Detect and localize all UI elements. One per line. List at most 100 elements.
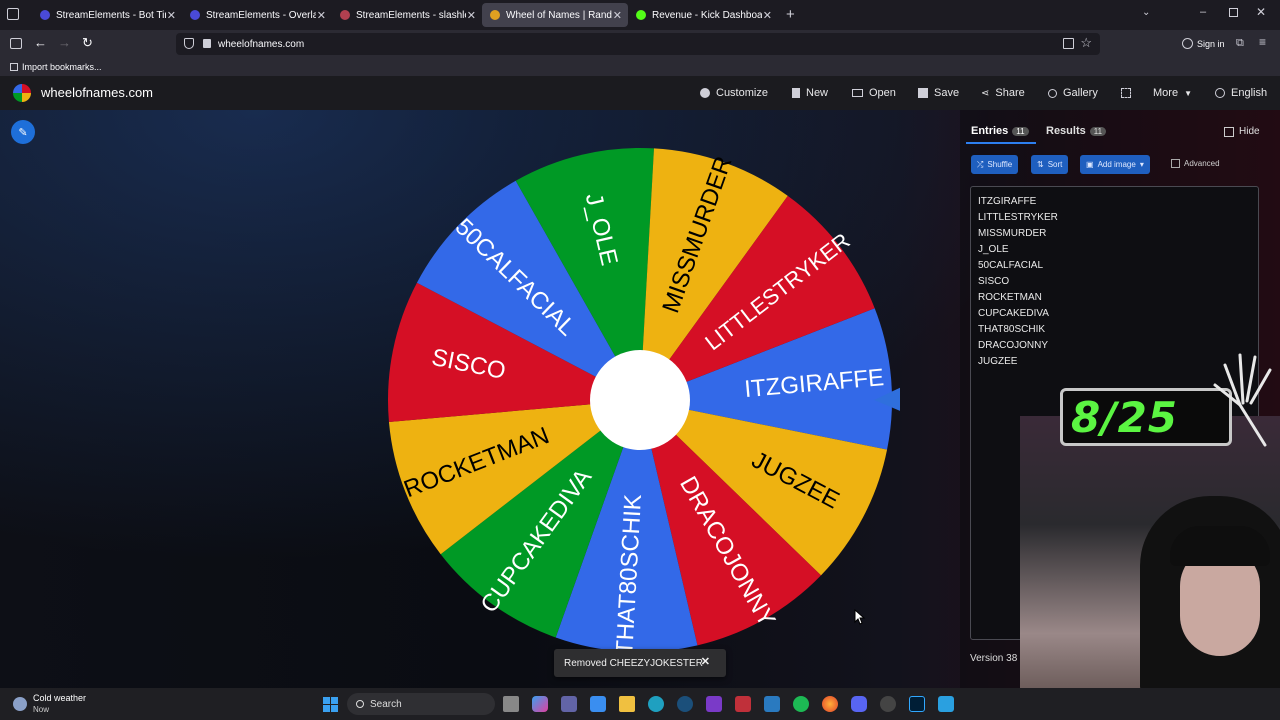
entry-line: MISSMURDER (978, 228, 1047, 239)
teams-icon[interactable] (561, 696, 577, 712)
obs-icon[interactable] (880, 696, 896, 712)
app-menu-icon[interactable]: ≡ (1259, 35, 1266, 49)
shuffle-icon: ⤮ (977, 159, 984, 169)
entry-line: J_OLE (978, 244, 1009, 255)
new-tab-button[interactable]: + (786, 6, 795, 23)
browser-tab[interactable]: StreamElements - Overlays✕ (182, 3, 332, 27)
checkbox-icon (1224, 126, 1234, 137)
tab-close-icon[interactable]: ✕ (167, 9, 176, 22)
logo-icon[interactable] (13, 84, 31, 102)
shield-icon (184, 38, 194, 49)
photoshop-icon[interactable] (909, 696, 925, 712)
browser-tab[interactable]: Revenue - Kick Dashboard ✕ (628, 3, 778, 27)
edit-pencil-button[interactable]: ✎ (11, 120, 35, 144)
webcam-overlay (1020, 416, 1280, 688)
language-button[interactable]: English (1215, 76, 1267, 110)
extensions-icon[interactable]: ⧉ (1236, 37, 1244, 50)
tab-favicon-icon (340, 10, 350, 20)
site-logo-text[interactable]: wheelofnames.com (41, 85, 153, 100)
more-button[interactable]: More ▼ (1153, 76, 1192, 110)
results-count-badge: 11 (1089, 126, 1107, 136)
account-icon[interactable] (1182, 38, 1193, 49)
tab-close-icon[interactable]: ✕ (613, 9, 622, 22)
store-icon[interactable] (590, 696, 606, 712)
app-icon-blue[interactable] (764, 696, 780, 712)
tab-label: StreamElements - Bot Timers (56, 9, 166, 21)
url-bar[interactable]: wheelofnames.com ☆ (176, 33, 1100, 55)
open-button[interactable]: Open (852, 76, 896, 110)
windows-start-icon[interactable] (323, 697, 338, 712)
forward-icon[interactable]: → (58, 35, 71, 50)
reader-view-icon[interactable] (1063, 38, 1074, 49)
spotify-icon[interactable] (793, 696, 809, 712)
entries-tab-underline (966, 142, 1036, 144)
hide-checkbox[interactable]: Hide (1224, 126, 1260, 137)
browser-tab[interactable]: StreamElements - Bot Timers✕ (32, 3, 182, 27)
site-header: wheelofnames.com Customize New Open Save… (0, 76, 1280, 110)
wheel[interactable]: ITZGIRAFFEJUGZEEDRACOJONNYTHAT80SCHIKCUP… (380, 140, 900, 660)
entry-line: 50CALFACIAL (978, 260, 1044, 271)
firefox-icon[interactable] (822, 696, 838, 712)
gallery-button[interactable]: Gallery (1048, 76, 1098, 110)
tab-entries[interactable]: Entries 11 (971, 125, 1029, 137)
tab-label: Revenue - Kick Dashboard (652, 9, 762, 21)
sign-in-link[interactable]: Sign in (1197, 39, 1225, 49)
entry-line: LITTLESTRYKER (978, 212, 1058, 223)
browser-tab[interactable]: StreamElements - slashley ✕ (332, 3, 482, 27)
skeleton-hand-decoration (1195, 345, 1275, 455)
close-window-icon[interactable]: ✕ (1256, 5, 1266, 19)
copilot-icon[interactable] (532, 696, 548, 712)
tab-close-icon[interactable]: ✕ (467, 9, 476, 22)
task-view-icon[interactable] (503, 696, 519, 712)
folder-icon (852, 89, 863, 97)
sidebar-icon[interactable] (10, 38, 22, 49)
entries-count-badge: 11 (1012, 126, 1029, 136)
app-icon-cyan[interactable] (938, 696, 954, 712)
wheel-center[interactable] (590, 350, 690, 450)
weather-icon[interactable] (13, 697, 27, 711)
bookmark-star-icon[interactable]: ☆ (1080, 35, 1092, 51)
add-image-button[interactable]: ▣ Add image ▾ (1080, 155, 1150, 174)
list-all-tabs-icon[interactable]: ⌄ (1142, 7, 1150, 18)
file-explorer-icon[interactable] (619, 696, 635, 712)
tab-close-icon[interactable]: ✕ (317, 9, 326, 22)
caret-down-icon: ▼ (1184, 88, 1192, 98)
fullscreen-button[interactable] (1121, 76, 1131, 110)
tab-results[interactable]: Results 11 (1046, 125, 1107, 137)
weather-title[interactable]: Cold weather (33, 693, 86, 703)
save-button[interactable]: Save (918, 76, 959, 110)
entry-line: ITZGIRAFFE (978, 196, 1037, 207)
app-icon-red[interactable] (735, 696, 751, 712)
url-text: wheelofnames.com (218, 38, 305, 50)
discord-icon[interactable] (851, 696, 867, 712)
restore-icon[interactable] (1229, 8, 1238, 17)
reload-icon[interactable]: ↻ (82, 35, 93, 51)
import-bookmarks-link[interactable]: Import bookmarks... (22, 62, 102, 72)
streamer-bangs (1170, 526, 1270, 566)
tab-close-icon[interactable]: ✕ (763, 9, 772, 22)
tab-label: StreamElements - slashley (356, 9, 466, 21)
share-button[interactable]: ⋖ Share (981, 76, 1025, 110)
shuffle-button[interactable]: ⤮ Shuffle (971, 155, 1019, 174)
edge-icon[interactable] (648, 696, 664, 712)
advanced-checkbox[interactable]: Advanced (1171, 159, 1220, 168)
image-icon: ▣ (1086, 160, 1094, 169)
taskbar-search[interactable]: Search (347, 693, 495, 715)
customize-button[interactable]: Customize (700, 76, 768, 110)
save-icon (918, 88, 928, 98)
minimize-icon[interactable]: – (1200, 6, 1206, 18)
fullscreen-icon (1121, 88, 1131, 98)
toast-close-icon[interactable]: ✕ (701, 655, 710, 668)
back-icon[interactable]: ← (34, 35, 47, 50)
browser-tab[interactable]: Wheel of Names | Random✕ (482, 3, 628, 27)
tab-label: Wheel of Names | Random (506, 9, 612, 21)
sort-button[interactable]: ⇅ Sort (1031, 155, 1069, 174)
file-icon (792, 88, 800, 98)
new-button[interactable]: New (792, 76, 828, 110)
steam-icon[interactable] (677, 696, 693, 712)
removed-toast: Removed CHEEZYJOKESTER ✕ (554, 649, 726, 677)
tab-list-icon[interactable] (7, 8, 19, 20)
app-icon-purple[interactable] (706, 696, 722, 712)
tab-label: StreamElements - Overlays (206, 9, 316, 21)
bookmarks-toolbar: Import bookmarks... (0, 58, 1280, 76)
